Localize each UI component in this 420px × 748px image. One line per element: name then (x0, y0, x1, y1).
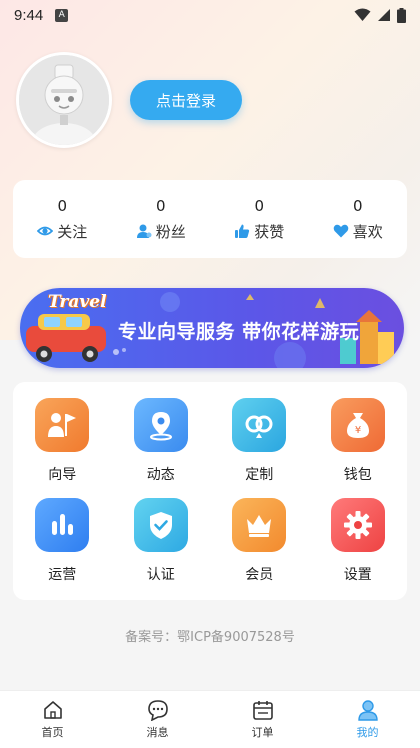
service-wallet-label: 钱包 (343, 467, 372, 483)
default-avatar-icon (19, 55, 109, 145)
svg-text:¥: ¥ (355, 425, 361, 436)
shield-check-icon (149, 512, 172, 539)
stat-fans-count: 0 (155, 196, 166, 215)
gear-icon (343, 511, 372, 539)
message-icon (147, 700, 168, 721)
stat-fans-label: 粉丝 (155, 222, 186, 241)
custom-link-icon (245, 415, 273, 438)
tab-messages[interactable]: 消息 (118, 699, 198, 740)
guide-flag-icon (48, 413, 77, 437)
services-grid: 向导 动态 定制 ¥ 钱包 运营 认证 会员 设置 (13, 382, 407, 600)
service-member[interactable]: 会员 (210, 498, 309, 598)
service-verify-label: 认证 (146, 567, 175, 583)
service-moments[interactable]: 动态 (112, 398, 211, 498)
login-button[interactable]: 点击登录 (130, 80, 242, 120)
icp-record: 备案号：鄂ICP备9007528号 (125, 630, 295, 645)
stat-fans[interactable]: 0 粉丝 (116, 197, 206, 242)
avatar[interactable] (16, 52, 112, 148)
banner-slogan: 专业向导服务 带你花样游玩 (118, 321, 360, 343)
fans-user-icon (136, 224, 152, 238)
service-settings[interactable]: 设置 (309, 498, 408, 598)
stat-follow-count: 0 (57, 196, 68, 215)
service-moments-label: 动态 (146, 467, 175, 483)
stat-follow[interactable]: 0 关注 (17, 197, 107, 242)
profile-icon (357, 700, 378, 721)
tab-home[interactable]: 首页 (13, 699, 93, 740)
order-calendar-icon (252, 701, 273, 720)
tab-orders-label: 订单 (251, 726, 274, 739)
stat-favorites[interactable]: 0 喜欢 (313, 197, 403, 242)
service-settings-label: 设置 (343, 567, 372, 583)
service-guide[interactable]: 向导 (13, 398, 112, 498)
status-bar: 9:44 A (0, 0, 420, 30)
heart-icon (333, 224, 349, 238)
promo-banner[interactable]: Travel 专业向导服务 带你花样游玩 (20, 288, 404, 368)
wallet-moneybag-icon: ¥ (346, 413, 369, 438)
service-custom-label: 定制 (245, 467, 274, 483)
tab-home-label: 首页 (41, 726, 64, 739)
stat-likes-count: 0 (254, 196, 265, 215)
status-icons (354, 7, 406, 23)
tab-orders[interactable]: 订单 (223, 699, 303, 740)
thumbs-up-icon (235, 224, 250, 238)
tab-messages-label: 消息 (146, 726, 169, 739)
service-wallet[interactable]: ¥ 钱包 (309, 398, 408, 498)
notification-badge: A (55, 8, 69, 22)
stat-favorites-label: 喜欢 (352, 222, 383, 241)
tab-profile[interactable]: 我的 (328, 699, 408, 740)
bottom-tabbar: 首页 消息 订单 我的 (0, 690, 420, 748)
eye-icon (37, 226, 54, 236)
service-operations-label: 运营 (48, 567, 77, 583)
status-time: 9:44 (14, 6, 44, 24)
location-pin-icon (149, 412, 172, 441)
service-member-label: 会员 (245, 567, 274, 583)
battery-icon (397, 7, 406, 23)
service-custom[interactable]: 定制 (210, 398, 309, 498)
tab-profile-label: 我的 (356, 726, 379, 739)
signal-icon (378, 9, 390, 21)
home-icon (43, 701, 62, 719)
stat-favorites-count: 0 (352, 196, 363, 215)
wifi-icon (354, 8, 371, 21)
service-operations[interactable]: 运营 (13, 498, 112, 598)
stat-likes[interactable]: 0 获赞 (214, 197, 304, 242)
stat-follow-label: 关注 (57, 222, 88, 241)
stat-likes-label: 获赞 (254, 222, 285, 241)
stats-card: 0 关注 0 粉丝 0 获赞 0 喜欢 (13, 180, 407, 258)
service-verify[interactable]: 认证 (112, 498, 211, 598)
bar-chart-icon (52, 514, 74, 535)
service-guide-label: 向导 (48, 467, 77, 483)
crown-icon (247, 515, 272, 537)
travel-logo: Travel (48, 292, 107, 312)
